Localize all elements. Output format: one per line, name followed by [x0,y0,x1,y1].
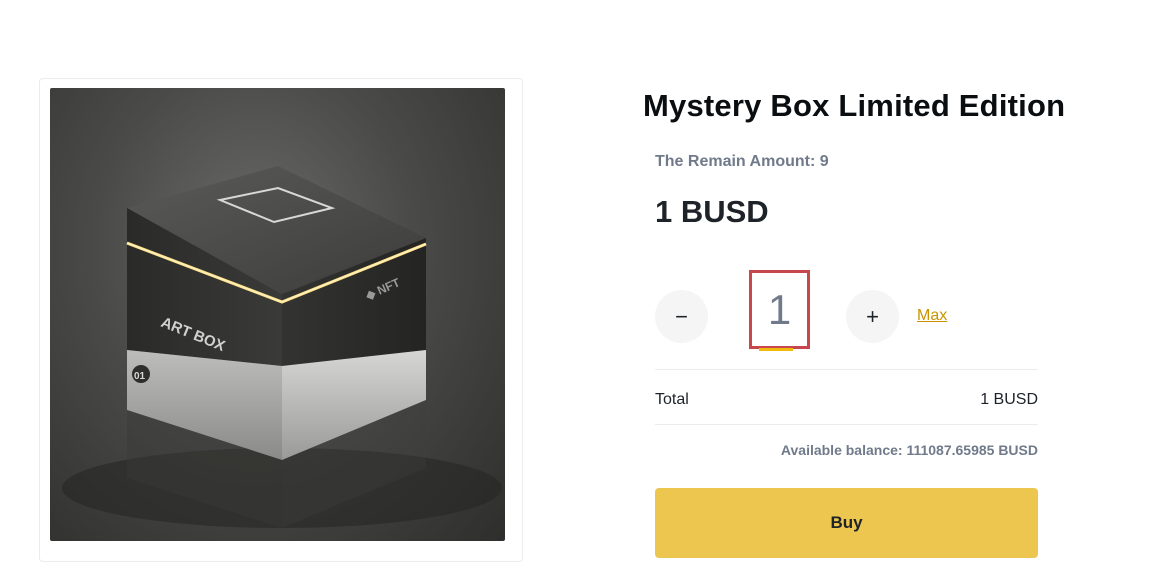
product-price: 1 BUSD [655,194,769,229]
product-image-card: ART BOX ◆ NFT 01 [39,78,523,562]
box-number-label: 01 [134,371,146,382]
quantity-field-highlight [749,270,810,349]
divider [655,424,1038,425]
quantity-input[interactable] [752,273,807,346]
buy-button[interactable]: Buy [655,488,1038,558]
quantity-underline [759,348,793,351]
divider [655,369,1038,370]
increase-quantity-button[interactable]: + [846,290,899,343]
decrease-quantity-button[interactable]: − [655,290,708,343]
minus-icon: − [675,303,688,329]
product-title: Mystery Box Limited Edition [643,88,1066,123]
total-value: 1 BUSD [980,391,1038,408]
art-box-cube-image: ART BOX ◆ NFT 01 [62,166,502,528]
available-balance: Available balance: 111087.65985 BUSD [780,442,1038,458]
max-quantity-link[interactable]: Max [917,307,947,325]
product-image: ART BOX ◆ NFT 01 [50,88,505,541]
plus-icon: + [866,303,879,329]
remain-amount: The Remain Amount: 9 [655,153,829,170]
total-label: Total [655,391,689,408]
